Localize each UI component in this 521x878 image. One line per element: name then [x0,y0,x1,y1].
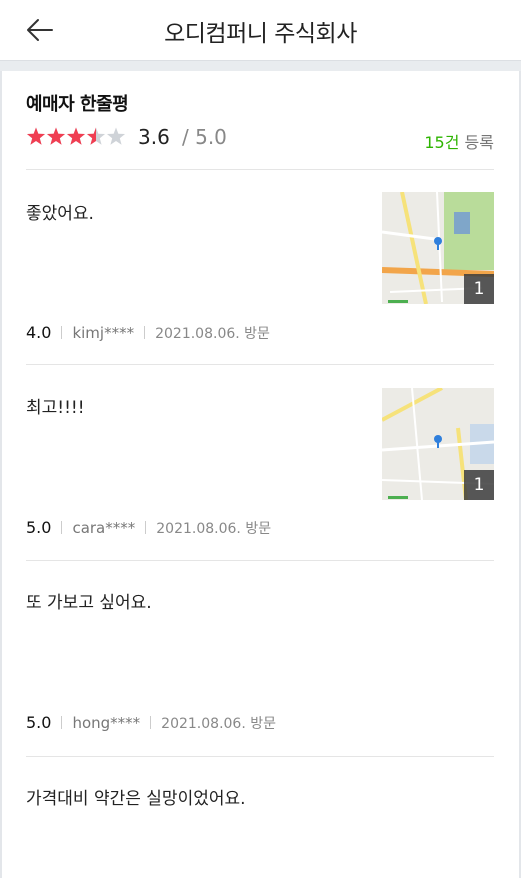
review-count-number: 15건 [424,133,460,152]
meta-divider [61,716,63,729]
photo-count-badge: 1 [464,470,494,500]
review-item: 최고!!!! 1 5.0 cara**** 2021.08.06. 방문 [26,388,494,548]
page-title: 오디컴퍼니 주식회사 [164,21,357,47]
star-fill-icon [66,127,86,145]
star-icon [106,127,126,145]
review-user: hong**** [72,714,141,732]
frame-border-left [0,0,2,878]
header: 오디컴퍼니 주식회사 [0,0,521,60]
divider [26,560,494,561]
review-score: 4.0 [26,323,52,342]
star-fill-icon [26,127,46,145]
average-score: 3.6 [138,125,170,149]
section-title: 예매자 한줄평 [26,94,129,115]
review-text: 최고!!!! [26,398,85,418]
review-meta: 4.0 kimj**** 2021.08.06. 방문 [26,323,270,343]
photo-count-badge: 1 [464,274,494,304]
header-separator [0,60,521,71]
review-score: 5.0 [26,713,52,732]
meta-divider [150,716,152,729]
review-user: cara**** [72,519,136,537]
meta-divider [145,521,147,534]
meta-divider [61,521,63,534]
review-photo-thumbnail[interactable]: 1 [382,388,494,500]
divider [26,169,494,170]
review-user: kimj**** [72,324,135,342]
meta-divider [61,326,63,339]
review-text: 가격대비 약간은 실망이었어요. [26,789,246,809]
review-meta: 5.0 hong**** 2021.08.06. 방문 [26,713,276,733]
review-date: 2021.08.06. 방문 [155,326,270,342]
review-count-suffix: 등록 [459,133,494,152]
review-item: 좋았어요. 1 4.0 kimj**** 2021.08.06. 방문 [26,192,494,352]
star-rating [26,127,126,145]
max-score: / 5.0 [182,125,227,149]
star-fill-icon [46,127,66,145]
review-item: 또 가보고 싶어요. 5.0 hong**** 2021.08.06. 방문 [26,588,494,748]
review-item: 가격대비 약간은 실망이었어요. [26,784,494,844]
review-meta: 5.0 cara**** 2021.08.06. 방문 [26,518,271,538]
review-text: 또 가보고 싶어요. [26,593,152,613]
review-text: 좋았어요. [26,204,94,224]
divider [26,756,494,757]
review-score: 5.0 [26,518,52,537]
review-count: 15건 등록 [424,129,494,153]
review-date: 2021.08.06. 방문 [161,716,276,732]
divider [26,364,494,365]
review-date: 2021.08.06. 방문 [156,521,272,537]
meta-divider [144,326,146,339]
review-photo-thumbnail[interactable]: 1 [382,192,494,304]
